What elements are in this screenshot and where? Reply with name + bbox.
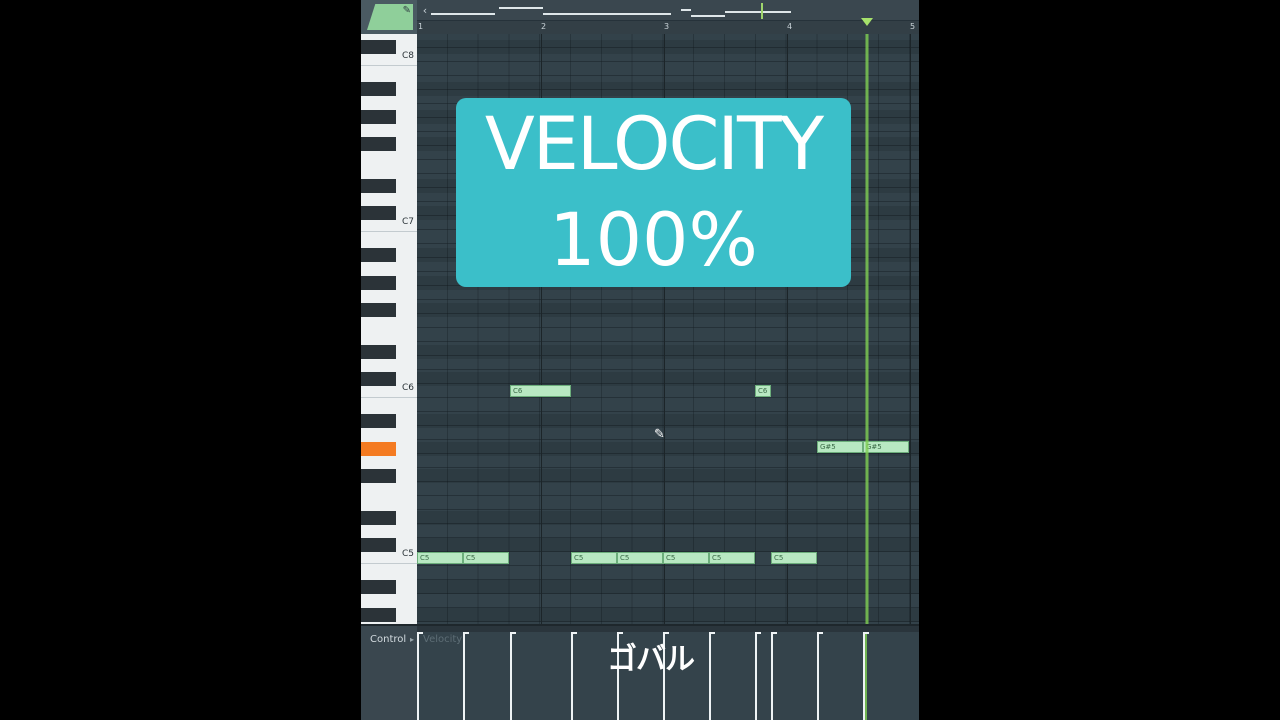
black-key-row — [417, 344, 919, 359]
velocity-bar-cap[interactable] — [817, 632, 823, 634]
note-c5[interactable]: C5 — [771, 552, 817, 564]
velocity-bar-cap[interactable] — [755, 632, 761, 634]
piano-black-key[interactable] — [361, 247, 396, 262]
octave-divider — [361, 563, 417, 564]
piano-black-key[interactable] — [361, 579, 396, 594]
chevron-right-icon[interactable]: ▸ — [410, 635, 414, 644]
velocity-bar-cap[interactable] — [463, 632, 469, 634]
note-c5[interactable]: C5 — [463, 552, 509, 564]
black-key-row — [417, 579, 919, 594]
piano-black-key[interactable] — [361, 137, 396, 152]
velocity-bar[interactable] — [755, 632, 757, 720]
black-key-row — [417, 40, 919, 55]
note-g-sharp-5[interactable]: G#5 — [817, 441, 863, 453]
event-control-panel: Control ▸ Velocity ゴバル — [361, 624, 919, 720]
control-target-label: Velocity — [423, 634, 463, 645]
piano-black-key[interactable] — [361, 81, 396, 96]
bar-line — [910, 34, 911, 624]
control-label[interactable]: Control — [370, 634, 406, 645]
overview-note — [691, 15, 725, 17]
piano-black-key[interactable] — [361, 40, 396, 55]
piano-black-key[interactable] — [361, 413, 396, 428]
note-c5[interactable]: C5 — [417, 552, 463, 564]
piano-black-key[interactable] — [361, 275, 396, 290]
note-c5[interactable]: C5 — [709, 552, 755, 564]
top-bar: ✎ ‹ 1 2 3 4 5 — [361, 0, 919, 35]
velocity-bar[interactable] — [510, 632, 512, 720]
piano-black-key[interactable] — [361, 538, 396, 553]
chevron-left-icon[interactable]: ‹ — [419, 4, 431, 18]
video-frame: ✎ ‹ 1 2 3 4 5 C8 C7 C6 C5 C6 C6 G#5 G#5 … — [0, 0, 1280, 720]
velocity-bar-cap[interactable] — [510, 632, 516, 634]
note-c6[interactable]: C6 — [755, 385, 771, 397]
pencil-cursor-icon: ✎ — [654, 427, 665, 442]
overview-note — [431, 13, 495, 15]
velocity-bar[interactable] — [771, 632, 773, 720]
velocity-bar-cap[interactable] — [863, 632, 869, 634]
piano-black-key[interactable] — [361, 469, 396, 484]
velocity-bar[interactable] — [709, 632, 711, 720]
octave-label-c6: C6 — [401, 383, 414, 393]
black-key-row — [417, 607, 919, 622]
velocity-bar-cap[interactable] — [571, 632, 577, 634]
tool-corner[interactable]: ✎ — [361, 0, 417, 34]
piano-key-active[interactable] — [361, 441, 396, 456]
black-key-row — [417, 538, 919, 553]
piano-black-key[interactable] — [361, 303, 396, 318]
octave-divider — [361, 231, 417, 232]
octave-divider — [361, 397, 417, 398]
octave-label-c7: C7 — [401, 217, 414, 227]
black-key-row — [417, 372, 919, 387]
note-c5[interactable]: C5 — [617, 552, 663, 564]
octave-label-c8: C8 — [401, 51, 414, 61]
velocity-bar[interactable] — [417, 632, 419, 720]
octave-label-c5: C5 — [401, 549, 414, 559]
black-key-row — [417, 413, 919, 428]
channel-watermark-logo: ゴバル — [607, 642, 695, 677]
piano-black-key[interactable] — [361, 206, 396, 221]
overview-note — [725, 11, 791, 13]
note-c5[interactable]: C5 — [571, 552, 617, 564]
time-ruler[interactable]: 1 2 3 4 5 — [417, 20, 919, 35]
caption-line-1: VELOCITY — [484, 102, 824, 187]
piano-black-key[interactable] — [361, 178, 396, 193]
pattern-overview[interactable] — [431, 3, 917, 19]
note-c6[interactable]: C6 — [510, 385, 571, 397]
bar-number-1: 1 — [418, 22, 424, 31]
velocity-bar[interactable] — [571, 632, 573, 720]
playhead-marker[interactable] — [861, 18, 873, 26]
velocity-caption: VELOCITY 100% — [456, 98, 851, 287]
piano-black-key[interactable] — [361, 372, 396, 387]
piano-black-key[interactable] — [361, 607, 396, 622]
velocity-bar[interactable] — [863, 632, 865, 720]
piano-black-key[interactable] — [361, 344, 396, 359]
overview-note — [499, 7, 543, 9]
octave-divider — [361, 65, 417, 66]
piano-keyboard[interactable]: C8 C7 C6 C5 — [361, 34, 418, 624]
bar-number-5: 5 — [910, 22, 916, 31]
velocity-bar-cap[interactable] — [709, 632, 715, 634]
bar-number-3: 3 — [664, 22, 670, 31]
black-key-row — [417, 303, 919, 318]
overview-note — [681, 9, 691, 11]
piano-black-key[interactable] — [361, 109, 396, 124]
velocity-bar[interactable] — [817, 632, 819, 720]
pencil-icon[interactable]: ✎ — [403, 5, 411, 16]
bar-number-2: 2 — [541, 22, 547, 31]
overview-playhead — [761, 3, 763, 19]
note-c5[interactable]: C5 — [663, 552, 709, 564]
black-key-row — [417, 510, 919, 525]
bar-number-4: 4 — [787, 22, 793, 31]
piano-roll-window: ✎ ‹ 1 2 3 4 5 C8 C7 C6 C5 C6 C6 G#5 G#5 … — [361, 0, 919, 720]
caption-line-2: 100% — [549, 198, 758, 283]
black-key-row — [417, 81, 919, 96]
piano-black-key[interactable] — [361, 510, 396, 525]
overview-note — [543, 13, 671, 15]
control-selector[interactable]: Control ▸ — [361, 626, 417, 720]
black-key-row — [417, 469, 919, 484]
velocity-bar[interactable] — [463, 632, 465, 720]
note-g-sharp-5[interactable]: G#5 — [863, 441, 909, 453]
velocity-bar-cap[interactable] — [771, 632, 777, 634]
playhead-line[interactable] — [865, 34, 869, 624]
